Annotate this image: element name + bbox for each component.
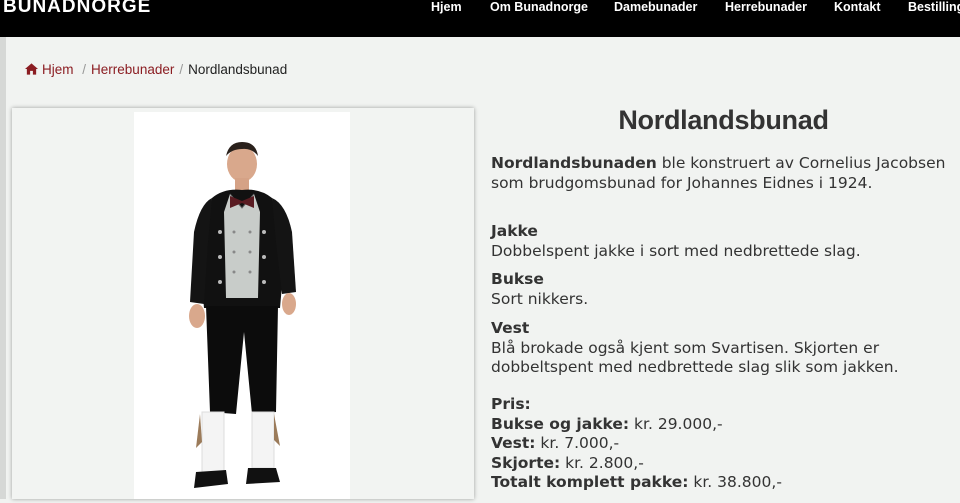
- product-photo[interactable]: [134, 112, 350, 499]
- breadcrumb-current: Nordlandsbunad: [188, 62, 288, 77]
- price-row: Totalt komplett pakke: kr. 38.800,-: [491, 473, 956, 493]
- site-logo[interactable]: BUNADNORGE: [3, 0, 151, 18]
- left-edge-strip: [0, 37, 6, 499]
- bukse-text: Sort nikkers.: [491, 289, 589, 308]
- price-value: kr. 29.000,-: [629, 414, 723, 433]
- price-label: Bukse og jakke:: [491, 414, 630, 433]
- product-title: Nordlandsbunad: [618, 105, 829, 135]
- price-heading: Pris:: [491, 395, 531, 413]
- jakke-text: Dobbelspent jakke i sort med nedbrettede…: [491, 241, 861, 260]
- breadcrumb-home-label: Hjem: [42, 62, 74, 77]
- nav-om-bunadnorge[interactable]: Om Bunadnorge: [490, 0, 588, 14]
- home-icon: [25, 63, 38, 75]
- product-image-panel: [12, 108, 474, 499]
- breadcrumb-separator: /: [82, 62, 87, 77]
- price-row: Skjorte: kr. 2.800,-: [491, 454, 956, 474]
- nav-kontakt[interactable]: Kontakt: [834, 0, 881, 14]
- price-label: Totalt komplett pakke:: [491, 473, 689, 491]
- vest-text: Blå brokade også kjent som Svartisen. Sk…: [491, 338, 899, 377]
- vest-heading: Vest: [491, 319, 530, 337]
- price-section: Pris: Bukse og jakke: kr. 29.000,- Vest:…: [491, 395, 956, 493]
- bukse-section: Bukse Sort nikkers.: [491, 270, 956, 309]
- intro-bold: Nordlandsbunaden: [491, 154, 657, 172]
- jakke-heading: Jakke: [491, 222, 538, 240]
- breadcrumb-home[interactable]: Hjem: [25, 62, 77, 77]
- price-row: Vest: kr. 7.000,-: [491, 434, 956, 454]
- nav-hjem[interactable]: Hjem: [431, 0, 462, 14]
- nav-bestilling[interactable]: Bestilling: [908, 0, 960, 14]
- price-row: Bukse og jakke: kr. 29.000,-: [491, 415, 956, 435]
- price-value: kr. 38.800,-: [688, 473, 782, 491]
- price-value: kr. 7.000,-: [535, 434, 620, 452]
- breadcrumb-category[interactable]: Herrebunader: [91, 62, 174, 77]
- nav-damebunader[interactable]: Damebunader: [614, 0, 697, 14]
- price-value: kr. 2.800,-: [560, 453, 644, 472]
- breadcrumb: Hjem / Herrebunader / Nordlandsbunad: [25, 62, 287, 77]
- top-navbar: BUNADNORGE Hjem Om Bunadnorge Damebunade…: [0, 0, 960, 37]
- jakke-section: Jakke Dobbelspent jakke i sort med nedbr…: [491, 222, 956, 261]
- breadcrumb-separator: /: [179, 62, 184, 77]
- price-label: Vest:: [491, 434, 536, 452]
- man-in-bunad-illustration: [189, 142, 296, 488]
- price-label: Skjorte:: [491, 453, 561, 472]
- vest-section: Vest Blå brokade også kjent som Svartise…: [491, 319, 956, 378]
- nav-herrebunader[interactable]: Herrebunader: [725, 0, 807, 14]
- bukse-heading: Bukse: [491, 270, 544, 288]
- intro-paragraph: Nordlandsbunaden ble konstruert av Corne…: [491, 154, 956, 193]
